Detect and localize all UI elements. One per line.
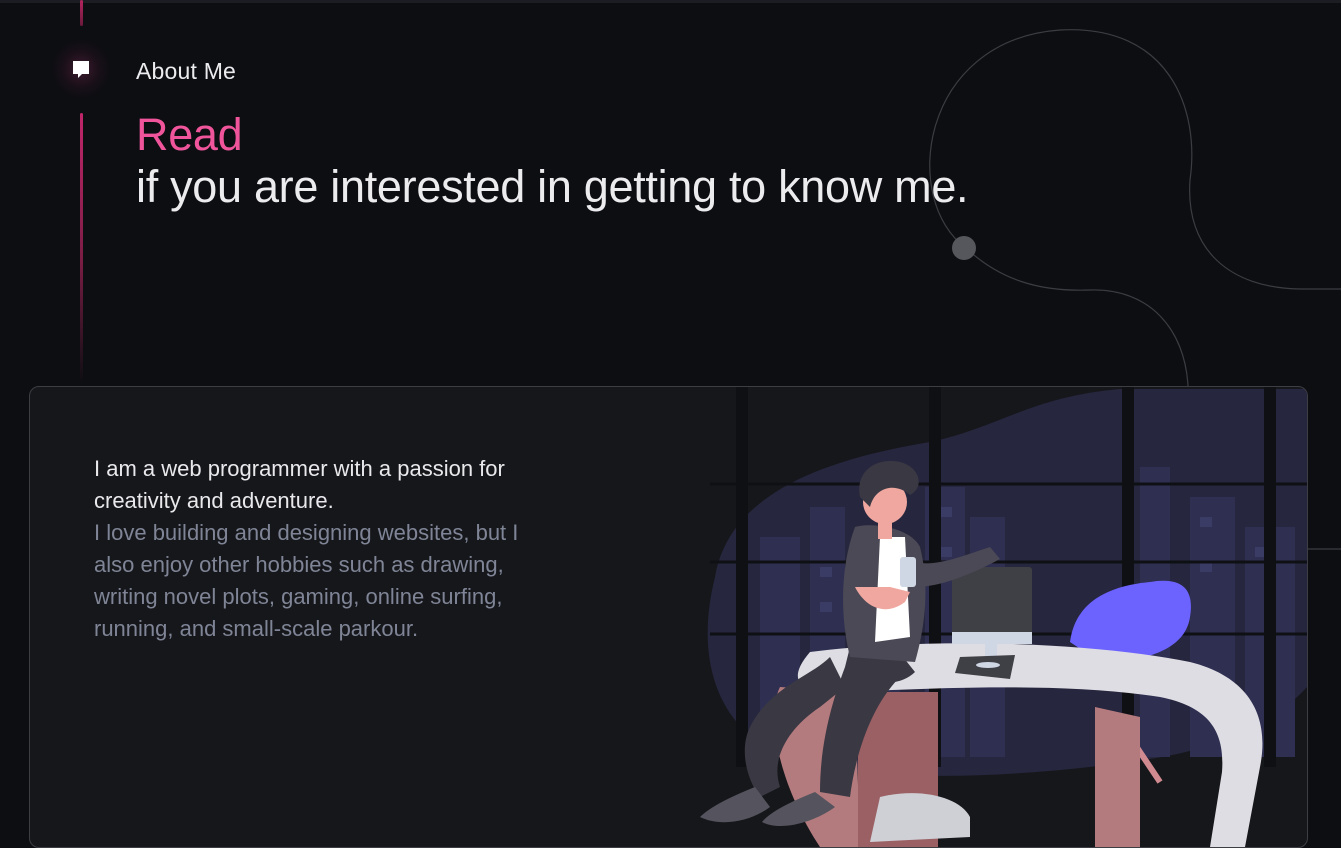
about-card: I am a web programmer with a passion for… [29, 386, 1308, 848]
bio-text: I am a web programmer with a passion for… [94, 453, 564, 645]
section-label: About Me [136, 58, 237, 84]
timeline-line-top [80, 0, 83, 26]
bio-intro: I am a web programmer with a passion for… [94, 456, 505, 513]
section-badge [52, 40, 110, 98]
timeline-line [80, 113, 83, 383]
developer-at-desk-illustration [700, 387, 1307, 847]
page-headline: Read if you are interested in getting to… [136, 109, 976, 213]
headline-accent: Read [136, 109, 243, 160]
headline-text: if you are interested in getting to know… [136, 161, 969, 212]
curve-node [952, 236, 976, 260]
bio-details: I love building and designing websites, … [94, 520, 519, 641]
chat-bubble-icon [73, 61, 89, 78]
